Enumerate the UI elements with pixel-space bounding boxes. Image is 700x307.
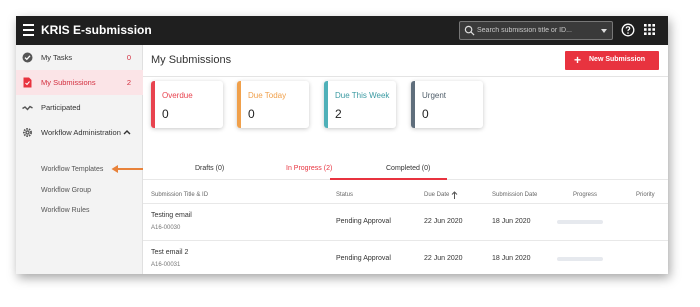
card-accent-bar (324, 81, 328, 128)
card-title: Due Today (248, 91, 287, 100)
search-icon (464, 25, 475, 36)
sidebar-subitem-workflow-templates[interactable]: Workflow Templates (41, 166, 103, 173)
tab-completed[interactable]: Completed (0) (386, 165, 430, 172)
sidebar-item-workflow-administration[interactable]: Workflow Administration (16, 120, 143, 145)
column-header-status[interactable]: Status (336, 192, 353, 198)
row-title[interactable]: Test email 2 (151, 249, 188, 256)
tab-in-progress[interactable]: In Progress (2) (286, 165, 332, 172)
progress-bar (557, 220, 603, 224)
check-circle-icon (22, 52, 33, 63)
row-submission-date: 18 Jun 2020 (492, 255, 531, 262)
sidebar-item-label: My Tasks (41, 53, 73, 62)
sidebar-item-label: My Submissions (41, 78, 96, 87)
row-id: A16-00030 (151, 225, 181, 231)
column-header-progress[interactable]: Progress (573, 192, 597, 198)
count-badge: 2 (126, 78, 131, 87)
chevron-down-icon[interactable] (601, 29, 607, 33)
top-bar: KRIS E-submission (16, 16, 668, 45)
sort-arrow-up-icon[interactable] (451, 191, 458, 199)
card-title: Urgent (422, 91, 447, 100)
sidebar: My Tasks 0 My Submissions 2 Participated… (16, 45, 143, 274)
new-submission-button[interactable]: + New Submission (565, 51, 659, 70)
sidebar-subitem-workflow-group[interactable]: Workflow Group (41, 187, 91, 194)
card-value: 2 (335, 107, 342, 121)
page-title: My Submissions (151, 54, 232, 66)
divider (143, 203, 668, 204)
progress-bar (557, 257, 603, 261)
divider (143, 240, 668, 241)
tab-drafts[interactable]: Drafts (0) (195, 165, 224, 172)
search-box[interactable] (459, 21, 613, 40)
divider (143, 76, 668, 77)
document-icon (23, 77, 32, 88)
card-accent-bar (151, 81, 155, 128)
new-submission-label: New Submission (589, 56, 646, 63)
hamburger-icon[interactable] (23, 24, 34, 36)
card-value: 0 (162, 107, 169, 121)
card-accent-bar (411, 81, 415, 128)
apps-grid-icon[interactable] (644, 24, 655, 35)
column-header-priority[interactable]: Priority (636, 192, 655, 198)
column-header-submission-date[interactable]: Submission Date (492, 192, 537, 198)
help-icon[interactable] (621, 23, 635, 37)
card-title: Due This Week (335, 91, 390, 100)
app-title: KRIS E-submission (41, 23, 152, 37)
column-header-title[interactable]: Submission Title & ID (151, 192, 208, 198)
search-input[interactable] (477, 24, 595, 37)
count-badge: 0 (126, 53, 131, 62)
arrow-left-icon (111, 165, 143, 173)
row-title[interactable]: Testing email (151, 212, 192, 219)
row-status: Pending Approval (336, 255, 391, 262)
card-title: Overdue (162, 91, 193, 100)
card-urgent[interactable]: Urgent 0 (411, 81, 483, 128)
chevron-up-icon[interactable] (123, 129, 131, 135)
sidebar-item-my-submissions[interactable]: My Submissions 2 (16, 70, 143, 95)
sidebar-item-label: Workflow Administration (41, 128, 121, 137)
card-overdue[interactable]: Overdue 0 (151, 81, 223, 128)
card-due-this-week[interactable]: Due This Week 2 (324, 81, 396, 128)
card-value: 0 (248, 107, 255, 121)
row-submission-date: 18 Jun 2020 (492, 218, 531, 225)
card-due-today[interactable]: Due Today 0 (237, 81, 309, 128)
handshake-icon (22, 105, 33, 111)
sidebar-item-my-tasks[interactable]: My Tasks 0 (16, 45, 143, 70)
card-value: 0 (422, 107, 429, 121)
sidebar-item-participated[interactable]: Participated (16, 95, 143, 120)
row-due-date: 22 Jun 2020 (424, 218, 463, 225)
app-window: KRIS E-submission Search submission titl… (16, 16, 668, 274)
row-status: Pending Approval (336, 218, 391, 225)
row-id: A16-00031 (151, 262, 181, 268)
sidebar-subitem-workflow-rules[interactable]: Workflow Rules (41, 207, 90, 214)
tab-indicator (330, 178, 447, 180)
plus-icon: + (574, 53, 582, 67)
sidebar-item-label: Participated (41, 103, 81, 112)
main-content: My Submissions + New Submission Overdue … (143, 45, 668, 274)
row-due-date: 22 Jun 2020 (424, 255, 463, 262)
gear-icon (23, 128, 32, 137)
card-accent-bar (237, 81, 241, 128)
column-header-due-date[interactable]: Due Date (424, 192, 449, 198)
